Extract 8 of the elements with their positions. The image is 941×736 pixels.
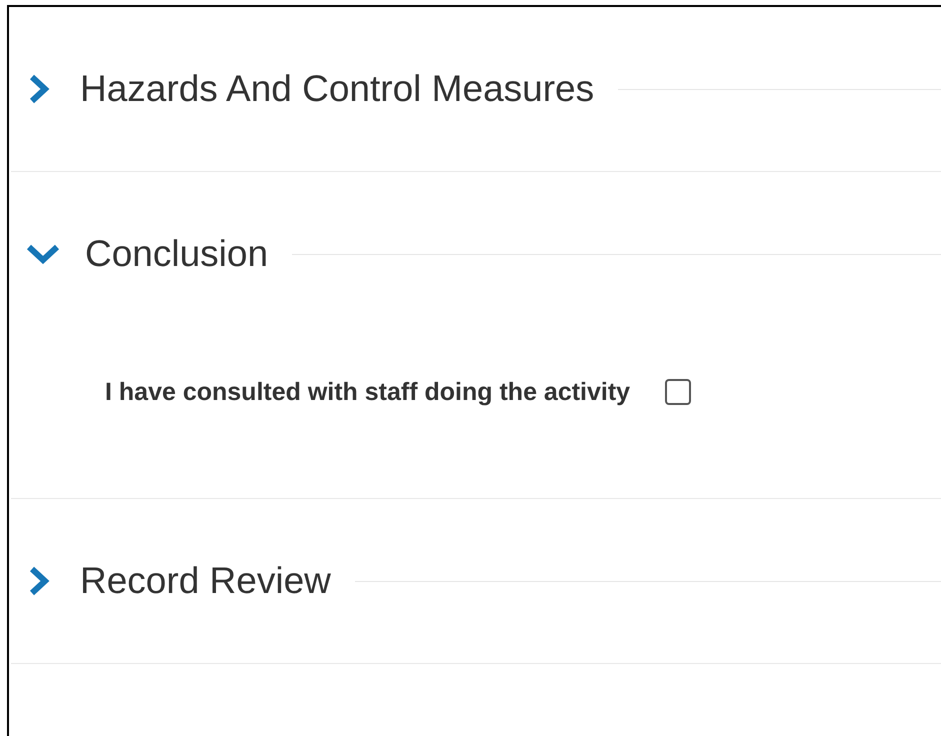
- checkbox[interactable]: [665, 379, 691, 405]
- chevron-right-icon[interactable]: [28, 566, 50, 596]
- section-title[interactable]: Hazards And Control Measures: [80, 61, 594, 117]
- section-title[interactable]: Record Review: [80, 553, 331, 609]
- section-title[interactable]: Conclusion: [85, 226, 268, 282]
- chevron-right-icon[interactable]: [28, 74, 50, 104]
- checkbox-label: I have consulted with staff doing the activity: [105, 377, 632, 408]
- chevron-down-icon[interactable]: [25, 243, 61, 265]
